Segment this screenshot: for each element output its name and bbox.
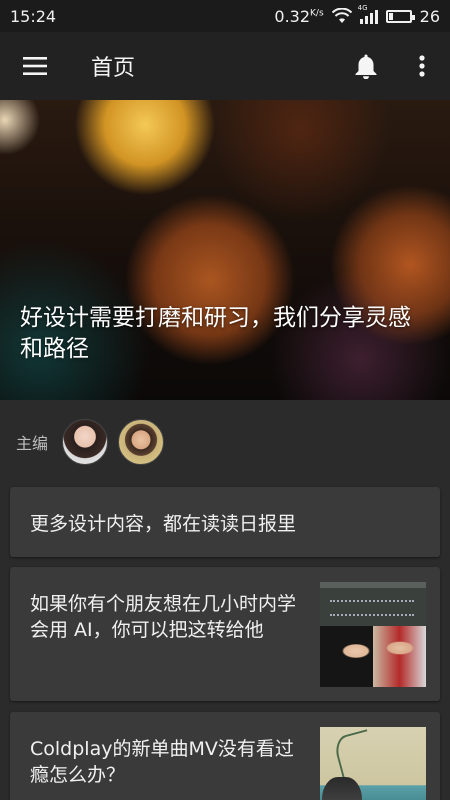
net-speed: 0.32K/s	[274, 7, 323, 26]
wifi-icon	[331, 8, 352, 23]
list-item[interactable]: Coldplay的新单曲MV没有看过瘾怎么办？	[10, 712, 440, 800]
list-item-title: Coldplay的新单曲MV没有看过瘾怎么办？	[30, 738, 294, 786]
editors-label: 主编	[16, 434, 49, 453]
editors-row: 主编	[0, 400, 450, 484]
signal-icon: 4G	[358, 4, 378, 24]
net-speed-value: 0.32	[274, 6, 311, 26]
more-vert-icon[interactable]	[394, 32, 450, 100]
list-item-thumbnail	[320, 727, 426, 800]
battery-level: 26	[419, 6, 440, 26]
net-speed-unit: K/s	[310, 8, 324, 19]
page-title: 首页	[91, 56, 136, 81]
editor-avatar[interactable]	[62, 419, 109, 465]
battery-icon	[385, 9, 415, 23]
app-bar: 首页	[0, 32, 450, 100]
list-item-title: 如果你有个朋友想在几小时内学会用 AI，你可以把这转给他	[30, 593, 297, 641]
menu-icon[interactable]	[0, 32, 70, 100]
list-item[interactable]: 更多设计内容，都在读读日报里	[10, 487, 440, 557]
hero-banner[interactable]: 好设计需要打磨和研习，我们分享灵感和路径	[0, 100, 450, 400]
status-time: 15:24	[10, 6, 57, 26]
list-item-thumbnail	[320, 582, 426, 687]
hero-title: 好设计需要打磨和研习，我们分享灵感和路径	[20, 305, 411, 362]
editor-avatar[interactable]	[118, 419, 165, 465]
list-item-title: 更多设计内容，都在读读日报里	[30, 512, 297, 535]
bell-icon[interactable]	[338, 32, 394, 100]
network-type: 4G	[357, 4, 368, 12]
status-indicators: 0.32K/s 4G 26	[274, 4, 440, 26]
list-item[interactable]: 如果你有个朋友想在几小时内学会用 AI，你可以把这转给他	[10, 567, 440, 701]
status-bar: 15:24 0.32K/s 4G 26	[0, 0, 450, 32]
